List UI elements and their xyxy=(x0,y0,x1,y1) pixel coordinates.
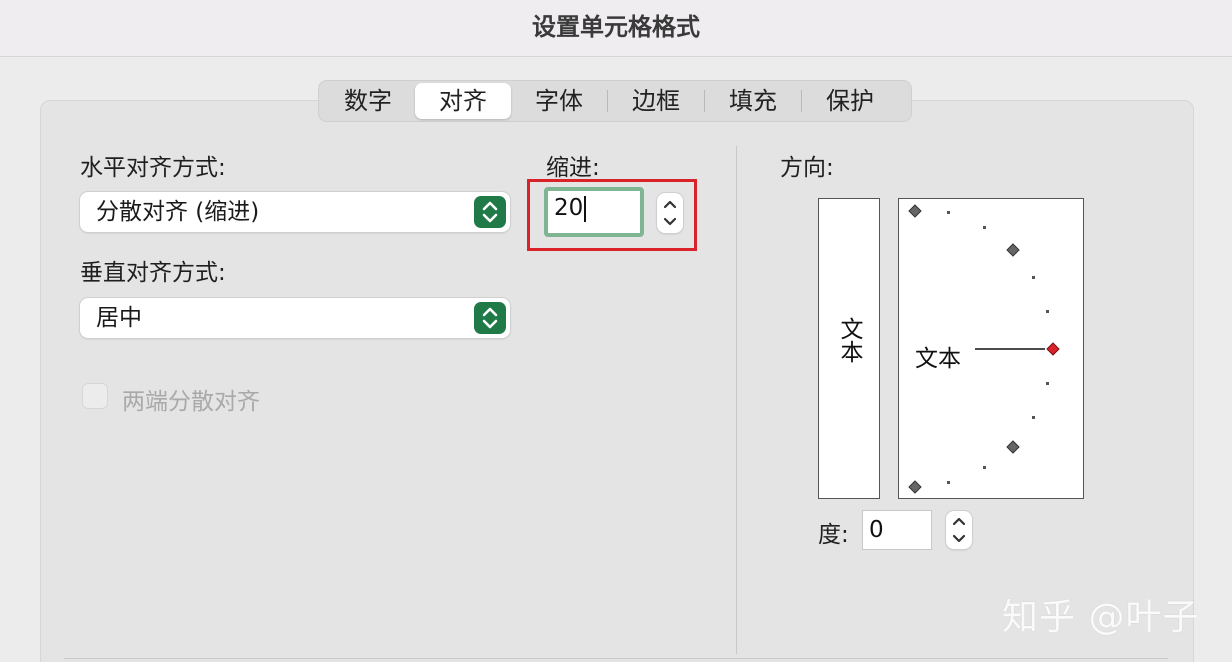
dial-tick xyxy=(1032,276,1035,279)
orientation-label: 方向: xyxy=(780,155,834,181)
vertical-text-orientation-box[interactable]: 文本 xyxy=(818,198,880,499)
tab-font[interactable]: 字体 xyxy=(511,83,607,119)
tab-bar: 数字 对齐 字体 边框 填充 保护 xyxy=(318,80,912,122)
format-cells-dialog: 设置单元格格式 数字 对齐 字体 边框 填充 保护 水平对齐方式: 分散对齐 (… xyxy=(0,0,1232,662)
indent-input[interactable]: 20 xyxy=(544,187,644,237)
dial-tick xyxy=(1046,310,1049,313)
justify-distributed-checkbox[interactable] xyxy=(82,383,108,409)
degree-stepper[interactable] xyxy=(946,511,972,549)
vertical-text-sample: 文本 xyxy=(836,317,862,363)
chevron-up-icon xyxy=(952,517,966,526)
dial-tick xyxy=(983,466,986,469)
dial-diamond xyxy=(1006,243,1020,257)
degree-label: 度: xyxy=(818,522,849,548)
dial-active-diamond xyxy=(1046,342,1060,356)
bottom-divider xyxy=(64,658,1168,659)
tab-protection[interactable]: 保护 xyxy=(802,83,898,119)
dial-tick xyxy=(1032,416,1035,419)
tab-fill[interactable]: 填充 xyxy=(705,83,801,119)
vertical-alignment-label: 垂直对齐方式: xyxy=(80,260,226,286)
indent-stepper[interactable] xyxy=(657,193,683,233)
section-divider xyxy=(736,146,737,654)
tab-number[interactable]: 数字 xyxy=(321,83,415,119)
horizontal-alignment-label: 水平对齐方式: xyxy=(80,155,226,181)
dialog-title: 设置单元格格式 xyxy=(532,13,700,41)
dial-text-sample: 文本 xyxy=(915,346,961,372)
dial-tick xyxy=(1046,382,1049,385)
dial-diamond xyxy=(1006,440,1020,454)
title-bar: 设置单元格格式 xyxy=(0,0,1232,57)
vertical-alignment-select[interactable]: 居中 xyxy=(80,298,510,338)
watermark: 知乎 @叶子 xyxy=(1002,597,1200,638)
text-caret xyxy=(584,195,587,222)
justify-distributed-label: 两端分散对齐 xyxy=(122,389,260,415)
dial-tick xyxy=(947,211,950,214)
degree-input[interactable]: 0 xyxy=(862,510,932,550)
chevron-down-icon xyxy=(952,534,966,543)
indent-label: 缩进: xyxy=(546,155,600,181)
vertical-alignment-value: 居中 xyxy=(96,305,142,331)
chevron-up-icon xyxy=(663,200,677,209)
indent-value: 20 xyxy=(554,195,584,221)
orientation-dial[interactable]: 文本 xyxy=(898,198,1084,499)
dial-tick xyxy=(947,481,950,484)
tab-border[interactable]: 边框 xyxy=(608,83,704,119)
dial-tick xyxy=(983,226,986,229)
horizontal-alignment-value: 分散对齐 (缩进) xyxy=(96,199,260,225)
horizontal-alignment-select[interactable]: 分散对齐 (缩进) xyxy=(80,192,510,232)
tab-alignment[interactable]: 对齐 xyxy=(415,83,511,119)
dial-diamond xyxy=(908,480,922,494)
dial-diamond xyxy=(908,204,922,218)
chevron-down-icon xyxy=(663,217,677,226)
updown-chevron-icon xyxy=(474,302,506,334)
updown-chevron-icon xyxy=(474,196,506,228)
